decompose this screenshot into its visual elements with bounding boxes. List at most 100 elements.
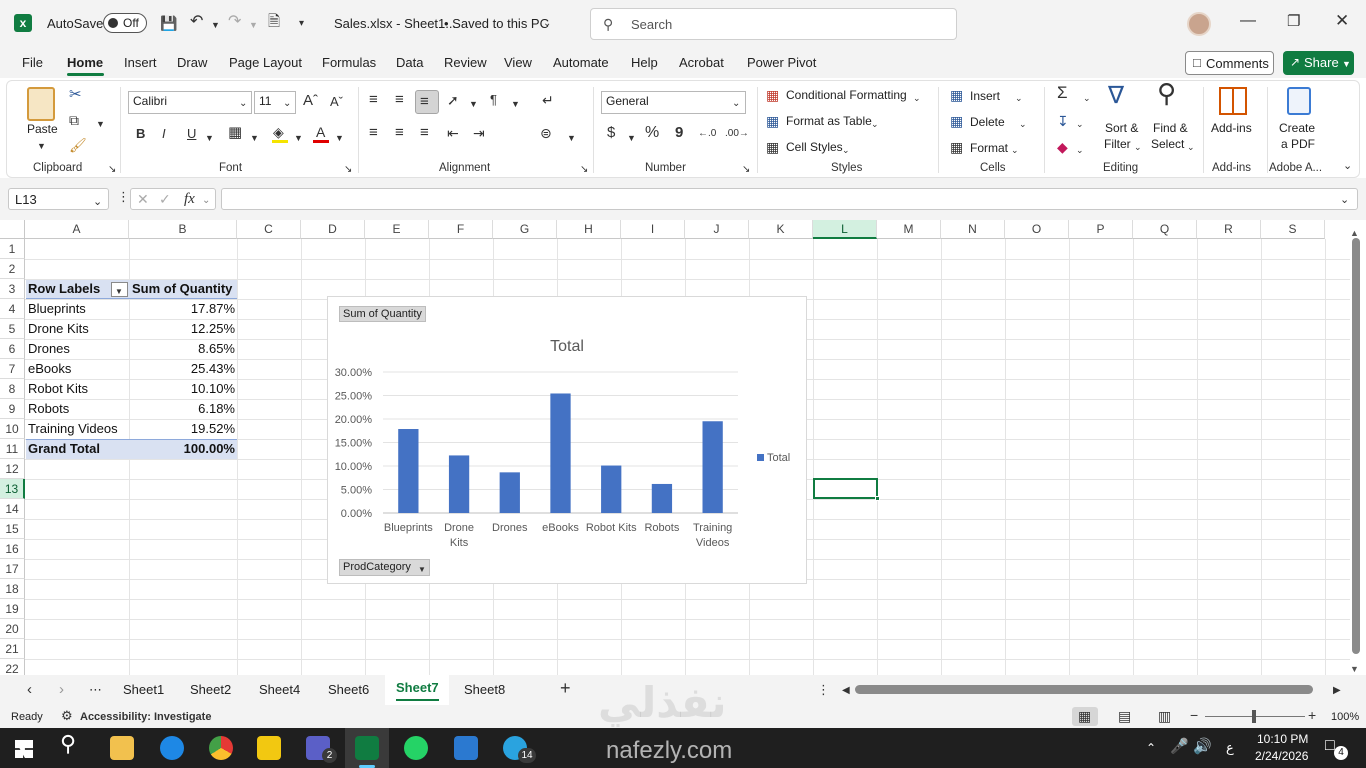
align-left-icon[interactable]: ≡ (369, 125, 378, 140)
column-header-c[interactable]: C (237, 220, 301, 239)
chevron-down-icon[interactable]: ⌄ (543, 17, 551, 31)
cut-icon[interactable]: ✂ (69, 87, 82, 102)
chart-bar[interactable] (651, 483, 673, 513)
sheet-tab-sheet2[interactable]: Sheet2 (190, 682, 231, 697)
increase-font-icon[interactable]: Aˆ (303, 93, 318, 108)
text-direction-icon[interactable]: ¶ (490, 93, 497, 107)
zoom-slider-thumb[interactable] (1252, 710, 1256, 723)
name-box[interactable]: L13 ⌄ (8, 188, 109, 210)
column-header-q[interactable]: Q (1133, 220, 1197, 239)
chevron-up-icon[interactable]: ⌃ (1146, 741, 1156, 755)
decrease-indent-icon[interactable]: ⇤ (447, 126, 459, 140)
dialog-launcher-icon[interactable]: ↘ (108, 163, 116, 177)
pivot-row-label[interactable]: eBooks (28, 359, 71, 379)
add-sheet-icon[interactable]: + (560, 679, 571, 697)
increase-decimal-icon[interactable]: ←.0 (698, 127, 716, 141)
sheet-tab-sheet4[interactable]: Sheet4 (259, 682, 300, 697)
tab-help[interactable]: Help (631, 55, 658, 70)
column-header-h[interactable]: H (557, 220, 621, 239)
chart-bar[interactable] (398, 429, 419, 513)
row-header-5[interactable]: 5 (0, 319, 25, 339)
autosave-toggle[interactable]: Off (103, 13, 147, 33)
sheet-tab-sheet6[interactable]: Sheet6 (328, 682, 369, 697)
column-header-o[interactable]: O (1005, 220, 1069, 239)
column-header-d[interactable]: D (301, 220, 365, 239)
select-all-corner[interactable] (0, 220, 25, 239)
orientation-icon[interactable]: ➚ (447, 93, 459, 107)
print-preview-icon[interactable]: 🗎 (268, 14, 280, 29)
row-header-16[interactable]: 16 (0, 539, 25, 559)
column-header-f[interactable]: F (429, 220, 493, 239)
column-header-s[interactable]: S (1261, 220, 1325, 239)
find-select-button[interactable]: Find & (1153, 121, 1188, 135)
pivot-value-header[interactable]: Sum of Quantity (132, 279, 232, 299)
pivot-row-value[interactable]: 25.43% (132, 359, 235, 379)
snipping-tool-icon[interactable] (454, 736, 478, 760)
row-header-17[interactable]: 17 (0, 559, 25, 579)
dialog-launcher-icon[interactable]: ↘ (742, 163, 750, 177)
conditional-formatting-button[interactable]: Conditional Formatting (786, 88, 907, 102)
increase-indent-icon[interactable]: ⇥ (473, 126, 485, 140)
tab-acrobat[interactable]: Acrobat (679, 55, 724, 70)
clock-time[interactable]: 10:10 PM (1257, 732, 1308, 746)
row-header-10[interactable]: 10 (0, 419, 25, 439)
tab-page-layout[interactable]: Page Layout (229, 55, 302, 70)
clear-icon[interactable]: ◆ (1057, 140, 1068, 154)
column-header-n[interactable]: N (941, 220, 1005, 239)
row-header-11[interactable]: 11 (0, 439, 25, 459)
restore-icon[interactable]: ❐ (1287, 14, 1300, 29)
row-header-1[interactable]: 1 (0, 239, 25, 259)
save-status[interactable]: • Saved to this PC (444, 16, 549, 31)
power-bi-icon[interactable] (257, 736, 281, 760)
paste-button[interactable]: Paste (27, 122, 58, 136)
column-header-p[interactable]: P (1069, 220, 1133, 239)
chevron-down-icon[interactable]: ▼ (96, 117, 105, 131)
chevron-down-icon[interactable]: ▼ (627, 131, 636, 145)
chart-bar[interactable] (702, 421, 723, 513)
row-header-15[interactable]: 15 (0, 519, 25, 539)
dialog-launcher-icon[interactable]: ↘ (580, 163, 588, 177)
column-header-g[interactable]: G (493, 220, 557, 239)
file-explorer-icon[interactable] (110, 736, 134, 760)
row-header-20[interactable]: 20 (0, 619, 25, 639)
pivot-row-value[interactable]: 12.25% (132, 319, 235, 339)
pivot-row-labels-header[interactable]: Row Labels (28, 279, 100, 299)
cell-styles-button[interactable]: Cell Styles (786, 140, 843, 154)
more-sheets-icon[interactable]: ⋯ (89, 683, 102, 697)
create-pdf-label-2[interactable]: a PDF (1281, 137, 1315, 151)
align-right-icon[interactable]: ≡ (420, 125, 429, 140)
accessibility-icon[interactable]: ⚙ (61, 709, 73, 723)
conditional-formatting-icon[interactable]: ▦ (766, 88, 779, 102)
chart-bar[interactable] (448, 455, 470, 513)
tab-home[interactable]: Home (67, 55, 103, 70)
row-header-12[interactable]: 12 (0, 459, 25, 479)
chevron-down-icon[interactable]: ▼ (511, 97, 520, 111)
pivot-row-value[interactable]: 19.52% (132, 419, 235, 439)
fill-icon[interactable]: ↧ (1057, 114, 1069, 128)
find-select-label-2[interactable]: Select (1151, 137, 1184, 151)
row-header-3[interactable]: 3 (0, 279, 25, 299)
format-cells-button[interactable]: Format (970, 141, 1008, 155)
chevron-down-icon[interactable]: ▼ (469, 97, 478, 111)
row-header-8[interactable]: 8 (0, 379, 25, 399)
row-header-14[interactable]: 14 (0, 499, 25, 519)
chevron-down-icon[interactable]: ▼ (567, 131, 576, 145)
tab-power-pivot[interactable]: Power Pivot (747, 55, 816, 70)
pivot-total-value[interactable]: 100.00% (132, 439, 235, 459)
fill-color-icon[interactable]: ◈ (273, 125, 284, 139)
delete-cells-icon[interactable]: ▦ (950, 114, 963, 128)
dialog-launcher-icon[interactable]: ↘ (344, 163, 352, 177)
tab-split-handle-icon[interactable]: ⋮ (817, 683, 830, 697)
whatsapp-icon[interactable] (404, 736, 428, 760)
row-header-18[interactable]: 18 (0, 579, 25, 599)
pivot-row-label[interactable]: Robots (28, 399, 69, 419)
zoom-in-icon[interactable]: + (1308, 708, 1316, 722)
accessibility-status[interactable]: Accessibility: Investigate (80, 711, 211, 723)
formula-input[interactable]: ⌄ (221, 188, 1358, 210)
undo-dropdown-icon[interactable]: ▼ (211, 18, 220, 32)
column-header-k[interactable]: K (749, 220, 813, 239)
number-format-select[interactable]: General ⌄ (601, 91, 746, 114)
chevron-down-icon[interactable]: ⌄ (1083, 91, 1091, 105)
sheet-tab-sheet7[interactable]: Sheet7 (396, 680, 439, 695)
column-header-e[interactable]: E (365, 220, 429, 239)
